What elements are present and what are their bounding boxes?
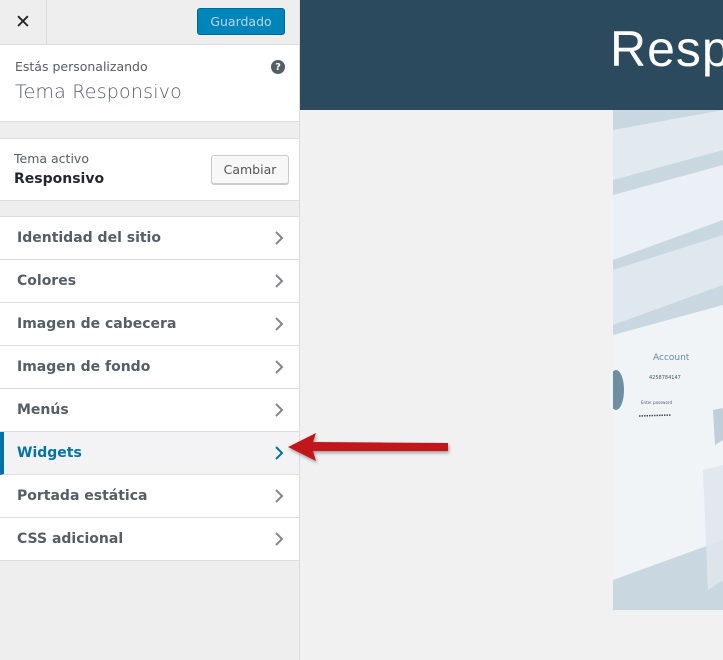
section-label: Menús xyxy=(17,402,69,418)
customizer-sections: Identidad del sitio Colores Imagen de ca… xyxy=(0,216,299,561)
section-menus[interactable]: Menús xyxy=(0,389,299,432)
section-label: Portada estática xyxy=(17,488,148,504)
active-theme-panel: Tema activo Responsivo Cambiar xyxy=(0,138,299,201)
section-site-identity[interactable]: Identidad del sitio xyxy=(0,217,299,260)
section-label: Imagen de cabecera xyxy=(17,316,177,332)
hero-account-text: Account xyxy=(653,353,690,363)
hero-number-text: 4258784147 xyxy=(649,375,681,381)
customizing-label: Estás personalizando xyxy=(15,59,148,74)
chevron-right-icon xyxy=(275,403,284,417)
customizer-header: ✕ Guardado xyxy=(0,0,299,45)
hero-password-label: Enter password xyxy=(641,400,672,405)
customizer-sidebar: ✕ Guardado Estás personalizando Tema Res… xyxy=(0,0,300,660)
close-icon[interactable]: ✕ xyxy=(0,0,47,44)
active-theme-label: Tema activo xyxy=(14,151,89,166)
theme-title: Tema Responsivo xyxy=(15,81,182,103)
section-label: Colores xyxy=(17,273,77,289)
active-theme-name: Responsivo xyxy=(14,171,105,187)
section-widgets[interactable]: Widgets xyxy=(0,432,299,475)
section-static-front-page[interactable]: Portada estática xyxy=(0,475,299,518)
section-label: Widgets xyxy=(17,445,82,461)
change-theme-button[interactable]: Cambiar xyxy=(211,155,289,184)
customizing-info: Estás personalizando Tema Responsivo ? xyxy=(0,45,299,122)
chevron-right-icon xyxy=(275,317,284,331)
site-title[interactable]: Responsivo xyxy=(610,20,723,78)
section-label: CSS adicional xyxy=(17,531,124,547)
section-label: Imagen de fondo xyxy=(17,359,151,375)
preview-header: Responsivo xyxy=(300,0,723,110)
section-additional-css[interactable]: CSS adicional xyxy=(0,518,299,561)
section-colors[interactable]: Colores xyxy=(0,260,299,303)
section-background-image[interactable]: Imagen de fondo xyxy=(0,346,299,389)
chevron-right-icon xyxy=(275,231,284,245)
hero-illustration: Account 4258784147 Enter password xyxy=(613,110,723,610)
chevron-right-icon xyxy=(275,274,284,288)
chevron-right-icon xyxy=(275,489,284,503)
site-preview: Responsivo Account 4258784147 Enter pass… xyxy=(300,0,723,660)
chevron-right-icon xyxy=(275,446,284,460)
section-header-image[interactable]: Imagen de cabecera xyxy=(0,303,299,346)
section-label: Identidad del sitio xyxy=(17,230,161,246)
chevron-right-icon xyxy=(275,532,284,546)
hero-image: Account 4258784147 Enter password xyxy=(613,110,723,610)
chevron-right-icon xyxy=(275,360,284,374)
help-icon[interactable]: ? xyxy=(271,60,285,74)
save-button[interactable]: Guardado xyxy=(197,8,285,35)
